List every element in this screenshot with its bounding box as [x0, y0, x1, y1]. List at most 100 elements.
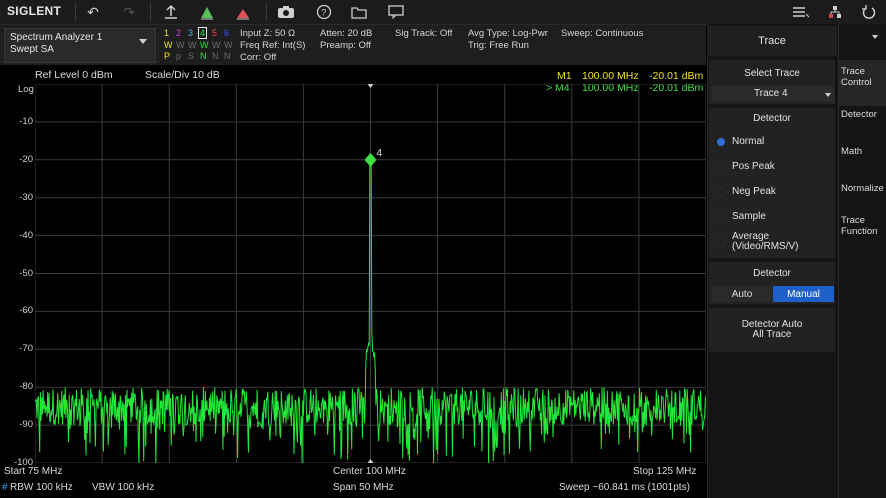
rbw[interactable]: RBW 100 kHz: [10, 482, 73, 493]
correction: Corr: Off: [240, 52, 277, 63]
detector-title: Detector: [753, 113, 791, 124]
radio-neg-peak[interactable]: [717, 188, 725, 196]
y-tick-label: -10: [19, 115, 33, 127]
analyzer-name: Spectrum Analyzer 1: [10, 32, 103, 43]
folder-icon[interactable]: [348, 2, 370, 22]
trace-3-detector: S: [188, 51, 195, 61]
panel-title: Trace: [707, 26, 837, 56]
radio-pos-peak[interactable]: [717, 163, 725, 171]
span[interactable]: Span 50 MHz: [333, 482, 394, 493]
marker-4: 4: [364, 148, 383, 167]
tab-math[interactable]: Math: [839, 146, 886, 157]
detector-normal[interactable]: Normal: [732, 136, 764, 147]
trace-1-detector: P: [164, 51, 171, 61]
trace-5-number[interactable]: 5: [212, 28, 217, 38]
trace-2-detector: p: [176, 51, 182, 61]
trace-4-detector: N: [200, 51, 207, 61]
detector-auto-line2[interactable]: All Trace: [709, 329, 835, 340]
freq-ref: Freq Ref: Int(S): [240, 40, 306, 51]
trace-6-number[interactable]: 6: [224, 28, 229, 38]
tab-trace-control-line2: Control: [841, 77, 872, 88]
preamp: Preamp: Off: [320, 40, 372, 51]
svg-text:?: ?: [321, 8, 326, 18]
peak-search-icon[interactable]: [196, 2, 218, 22]
y-tick-label: -60: [19, 305, 33, 317]
sweep-mode: Sweep: Continuous: [561, 28, 644, 39]
marker-4-tag: 4: [377, 148, 383, 159]
y-tick-label: -70: [19, 343, 33, 355]
marker1-label: M1: [557, 70, 572, 82]
spectrum-plot[interactable]: 4: [35, 84, 706, 463]
toolbar-divider: [266, 3, 267, 21]
analyzer-mode: Swept SA: [10, 44, 54, 55]
scale-per-division: Scale/Div 10 dB: [145, 69, 220, 81]
trace-4-mode: W: [200, 40, 209, 50]
marker-up-icon[interactable]: [160, 2, 182, 22]
trace-2-number[interactable]: 2: [176, 28, 181, 38]
trace-2-mode: W: [176, 40, 185, 50]
camera-icon[interactable]: [275, 2, 297, 22]
undo-icon[interactable]: ↶: [82, 2, 104, 22]
detector-sample[interactable]: Sample: [732, 211, 766, 222]
marker1-frequency: 100.00 MHz: [582, 70, 639, 82]
detector-group: [709, 108, 835, 258]
power-icon[interactable]: [858, 2, 880, 22]
tab-trace-function[interactable]: Trace Function: [839, 215, 886, 237]
average-type: Avg Type: Log-Pwr: [468, 28, 548, 39]
trace-1-mode: W: [164, 40, 173, 50]
y-tick-label: -50: [19, 267, 33, 279]
start-frequency[interactable]: Start 75 MHz: [4, 466, 62, 477]
trace-3-number[interactable]: 3: [188, 28, 193, 38]
marker-down-icon[interactable]: [232, 2, 254, 22]
detector-pos-peak[interactable]: Pos Peak: [732, 161, 775, 172]
sweep-time[interactable]: Sweep ~60.841 ms (1001pts): [559, 482, 690, 493]
trace-4-number[interactable]: 4: [198, 27, 208, 39]
center-marker-bottom: [367, 459, 374, 463]
tab-trace-control-line1: Trace: [841, 66, 865, 77]
scale-type: Log: [18, 84, 34, 95]
y-tick-label: -30: [19, 191, 33, 203]
radio-sample[interactable]: [717, 213, 725, 221]
y-tick-label: -90: [19, 419, 33, 431]
trace-1-number[interactable]: 1: [164, 28, 169, 38]
trace-3-mode: W: [188, 40, 197, 50]
signal-tracking: Sig Track: Off: [395, 28, 453, 39]
chevron-down-icon[interactable]: [872, 35, 878, 39]
reference-level: Ref Level 0 dBm: [35, 69, 113, 81]
input-impedance: Input Z: 50 Ω: [240, 28, 296, 39]
siglent-logo: SIGLENT: [7, 4, 62, 18]
toolbar-divider: [75, 3, 76, 21]
radio-normal[interactable]: [717, 138, 725, 146]
attenuation: Atten: 20 dB: [320, 28, 373, 39]
tab-trace-control[interactable]: Trace Control: [839, 60, 886, 106]
menu-list-icon[interactable]: [790, 2, 812, 22]
tab-trace-function-line2: Function: [841, 226, 878, 237]
chevron-down-icon: [139, 39, 147, 44]
trace-6-detector: N: [224, 51, 231, 61]
hash-icon: #: [2, 482, 8, 493]
y-tick-label: -40: [19, 229, 33, 241]
network-icon[interactable]: [824, 2, 846, 22]
center-marker-top: [367, 84, 374, 88]
tab-detector[interactable]: Detector: [839, 109, 886, 120]
auto-button[interactable]: Auto: [712, 286, 772, 302]
trace-6-mode: W: [224, 40, 233, 50]
redo-icon[interactable]: ↷: [118, 2, 140, 22]
stop-frequency[interactable]: Stop 125 MHz: [633, 466, 696, 477]
manual-button[interactable]: Manual: [773, 286, 834, 302]
tab-normalize[interactable]: Normalize: [839, 183, 886, 194]
marker1-level: -20.01 dBm: [649, 70, 704, 82]
radio-average[interactable]: [717, 238, 725, 246]
center-frequency[interactable]: Center 100 MHz: [333, 466, 406, 477]
detector-average-sub[interactable]: (Video/RMS/V): [732, 241, 799, 252]
toolbar-divider: [150, 3, 151, 21]
help-icon[interactable]: ?: [313, 2, 335, 22]
trigger-mode: Trig: Free Run: [468, 40, 529, 51]
select-trace-title: Select Trace: [744, 68, 800, 79]
detector-mode-title: Detector: [753, 268, 791, 279]
vbw[interactable]: VBW 100 kHz: [92, 482, 154, 493]
message-icon[interactable]: [385, 2, 407, 22]
chevron-down-icon: [825, 93, 831, 97]
y-tick-label: -20: [19, 153, 33, 165]
detector-neg-peak[interactable]: Neg Peak: [732, 186, 776, 197]
